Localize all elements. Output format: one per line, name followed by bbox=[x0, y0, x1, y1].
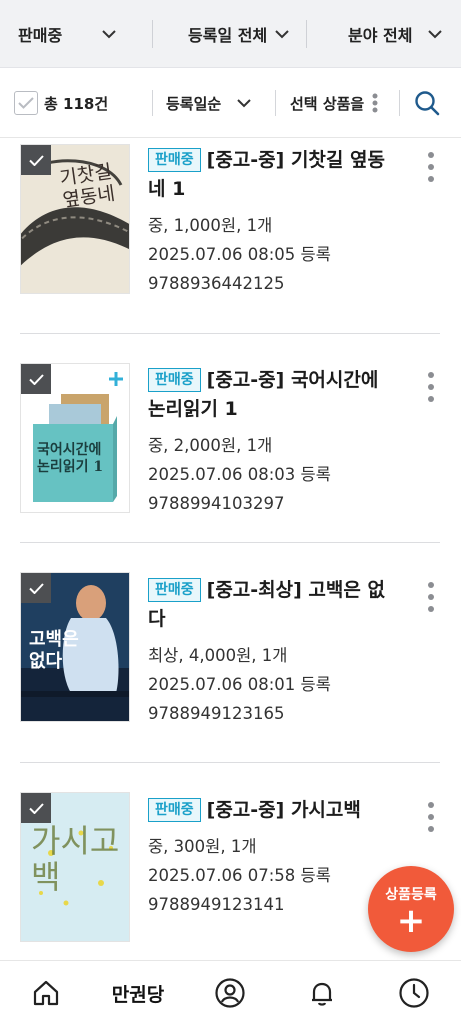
list-item[interactable]: 기찻길 옆동네 판매중 [중고-중] 기찻길 옆동네 1 중, 1,000원, 1… bbox=[0, 138, 461, 348]
item-condition-price: 최상, 4,000원, 1개 bbox=[148, 646, 288, 665]
book-cover: 국어시간에 논리읽기 1 bbox=[20, 363, 130, 513]
divider bbox=[275, 90, 276, 116]
item-title[interactable]: 판매중 [중고-중] 가시고백 bbox=[148, 796, 398, 825]
cover-title: 기찻길 옆동네 bbox=[58, 160, 117, 212]
item-registered-date: 2025.07.06 08:03 등록 bbox=[148, 465, 331, 484]
check-icon bbox=[28, 373, 44, 385]
status-badge: 판매중 bbox=[148, 148, 201, 172]
date-filter-dropdown[interactable]: 등록일 전체 bbox=[188, 0, 289, 68]
screen: 판매중 등록일 전체 분야 전체 총 118건 등록일순 선택 상품을 기찻길 … bbox=[0, 0, 461, 1024]
nav-home[interactable] bbox=[26, 961, 66, 1024]
nav-brand[interactable]: 만권당 bbox=[98, 961, 178, 1024]
divider bbox=[20, 762, 440, 763]
filter-bar: 판매중 등록일 전체 분야 전체 bbox=[0, 0, 461, 68]
divider bbox=[152, 90, 153, 116]
sort-dropdown[interactable]: 등록일순 bbox=[166, 68, 251, 138]
list-toolbar: 총 118건 등록일순 선택 상품을 bbox=[0, 68, 461, 138]
status-filter-label: 판매중 bbox=[18, 26, 63, 45]
item-isbn: 9788949123165 bbox=[148, 704, 285, 723]
item-checkbox[interactable] bbox=[21, 573, 51, 603]
total-count: 총 118건 bbox=[44, 94, 109, 113]
cover-title: 가시고백 bbox=[31, 822, 120, 896]
selected-action-label: 선택 상품을 bbox=[290, 94, 365, 113]
status-badge: 판매중 bbox=[148, 798, 201, 822]
chevron-down-icon bbox=[275, 29, 289, 38]
more-vertical-icon bbox=[428, 582, 434, 588]
category-filter-dropdown[interactable]: 분야 전체 bbox=[348, 0, 443, 68]
divider bbox=[399, 90, 400, 116]
divider bbox=[20, 333, 440, 334]
item-registered-date: 2025.07.06 07:58 등록 bbox=[148, 866, 331, 885]
select-all[interactable]: 총 118건 bbox=[14, 68, 108, 138]
item-registered-date: 2025.07.06 08:05 등록 bbox=[148, 245, 331, 264]
book-cover: 기찻길 옆동네 bbox=[20, 144, 130, 294]
item-more-button[interactable] bbox=[422, 150, 440, 184]
item-condition-price: 중, 2,000원, 1개 bbox=[148, 436, 273, 455]
sort-label: 등록일순 bbox=[166, 94, 222, 113]
clock-icon bbox=[399, 978, 429, 1008]
brand-label: 만권당 bbox=[111, 983, 165, 1006]
chevron-down-icon bbox=[237, 98, 251, 107]
item-checkbox[interactable] bbox=[21, 364, 51, 394]
check-icon bbox=[28, 582, 44, 594]
profile-icon bbox=[215, 978, 245, 1008]
item-more-button[interactable] bbox=[422, 800, 440, 834]
nav-profile[interactable] bbox=[210, 961, 250, 1024]
bell-icon bbox=[312, 982, 332, 1006]
book-cover: 고백은 없다 bbox=[20, 572, 130, 722]
divider bbox=[306, 20, 307, 48]
check-icon bbox=[28, 154, 44, 166]
more-vertical-icon bbox=[372, 93, 378, 113]
item-more-button[interactable] bbox=[422, 580, 440, 614]
cover-title: 고백은 없다 bbox=[29, 629, 79, 672]
check-icon bbox=[18, 97, 34, 109]
status-badge: 판매중 bbox=[148, 368, 201, 392]
nav-notifications[interactable] bbox=[302, 961, 342, 1024]
book-cover: 가시고백 bbox=[20, 792, 130, 942]
list-item[interactable]: 고백은 없다 판매중 [중고-최상] 고백은 없다 최상, 4,000원, 1개 … bbox=[0, 558, 461, 778]
home-icon bbox=[33, 980, 59, 1006]
nav-recent[interactable] bbox=[394, 961, 434, 1024]
cover-title: 국어시간에 논리읽기 1 bbox=[37, 442, 104, 475]
more-vertical-icon bbox=[428, 372, 434, 378]
search-icon bbox=[415, 91, 440, 116]
plus-icon: + bbox=[396, 901, 426, 941]
item-title[interactable]: 판매중 [중고-최상] 고백은 없다 bbox=[148, 576, 398, 634]
divider bbox=[152, 20, 153, 48]
item-title-text: [중고-중] 가시고백 bbox=[206, 799, 361, 821]
list-item[interactable]: 국어시간에 논리읽기 1 판매중 [중고-중] 국어시간에 논리읽기 1 중, 2… bbox=[0, 348, 461, 568]
status-filter-dropdown[interactable]: 판매중 bbox=[18, 0, 116, 68]
chevron-down-icon bbox=[428, 29, 443, 38]
item-registered-date: 2025.07.06 08:01 등록 bbox=[148, 675, 331, 694]
item-checkbox[interactable] bbox=[21, 145, 51, 175]
item-condition-price: 중, 1,000원, 1개 bbox=[148, 216, 273, 235]
category-filter-label: 분야 전체 bbox=[348, 26, 413, 45]
select-all-checkbox[interactable] bbox=[14, 91, 38, 115]
item-title[interactable]: 판매중 [중고-중] 기찻길 옆동네 1 bbox=[148, 146, 398, 204]
divider bbox=[20, 542, 440, 543]
item-isbn: 9788994103297 bbox=[148, 494, 285, 513]
bottom-navigation: 만권당 bbox=[0, 960, 461, 1024]
more-vertical-icon bbox=[428, 152, 434, 158]
item-condition-price: 중, 300원, 1개 bbox=[148, 837, 257, 856]
item-checkbox[interactable] bbox=[21, 793, 51, 823]
selected-items-menu[interactable]: 선택 상품을 bbox=[290, 68, 378, 138]
item-more-button[interactable] bbox=[422, 370, 440, 404]
date-filter-label: 등록일 전체 bbox=[188, 26, 268, 45]
more-vertical-icon bbox=[428, 802, 434, 808]
chevron-down-icon bbox=[102, 29, 116, 38]
search-button[interactable] bbox=[414, 68, 440, 138]
status-badge: 판매중 bbox=[148, 578, 201, 602]
product-list: 기찻길 옆동네 판매중 [중고-중] 기찻길 옆동네 1 중, 1,000원, 1… bbox=[0, 138, 461, 960]
check-icon bbox=[28, 802, 44, 814]
add-product-button[interactable]: 상품등록 + bbox=[368, 866, 454, 952]
item-isbn: 9788936442125 bbox=[148, 274, 285, 293]
item-title[interactable]: 판매중 [중고-중] 국어시간에 논리읽기 1 bbox=[148, 366, 398, 424]
